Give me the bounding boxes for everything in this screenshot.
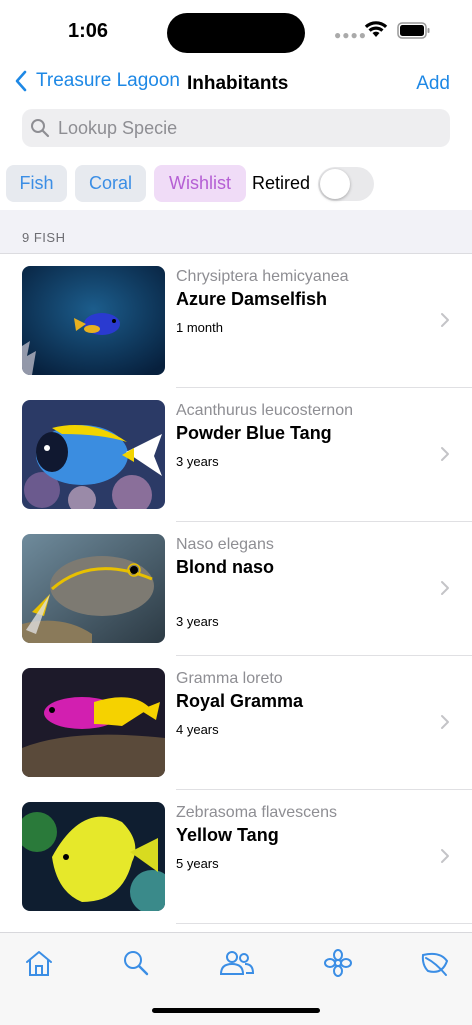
add-button[interactable]: Add <box>416 73 450 95</box>
coral-icon[interactable] <box>323 949 353 977</box>
search-icon <box>31 119 50 138</box>
search-bar[interactable] <box>22 109 450 147</box>
status-time: 1:06 <box>68 20 109 42</box>
common-name: Royal Gramma <box>176 691 304 711</box>
fish-photo <box>22 400 165 509</box>
list-item[interactable]: Gramma loreto Royal Gramma 4 years <box>0 656 472 790</box>
status-bar: 1:06 ●●●● <box>0 0 472 60</box>
back-label: Treasure Lagoon <box>36 70 181 91</box>
chevron-right-icon <box>441 849 449 863</box>
fish-photo <box>22 266 165 375</box>
back-button[interactable]: Treasure Lagoon <box>14 70 180 92</box>
chevron-right-icon <box>441 447 449 461</box>
chevron-right-icon <box>441 715 449 729</box>
scientific-name: Chrysiptera hemicyanea <box>176 268 349 285</box>
chevron-right-icon <box>441 313 449 327</box>
fish-photo <box>22 668 165 777</box>
fish-photo <box>22 802 165 911</box>
age-label: 1 month <box>176 320 223 335</box>
search-input[interactable] <box>56 116 420 140</box>
leaf-icon[interactable] <box>420 949 450 977</box>
chevron-left-icon <box>15 70 27 92</box>
age-label: 3 years <box>176 614 219 629</box>
common-name: Powder Blue Tang <box>176 423 332 443</box>
list-item[interactable]: Acanthurus leucosternon Powder Blue Tang… <box>0 388 472 522</box>
home-icon[interactable] <box>24 949 54 977</box>
row-divider <box>176 923 472 924</box>
retired-label: Retired <box>252 173 311 193</box>
age-label: 3 years <box>176 454 219 469</box>
page-title: Inhabitants <box>187 73 289 94</box>
filter-coral-chip[interactable]: Coral <box>75 165 146 202</box>
common-name: Azure Damselfish <box>176 289 328 309</box>
wifi-icon <box>364 21 388 37</box>
scientific-name: Naso elegans <box>176 536 274 553</box>
fish-photo <box>22 534 165 643</box>
scientific-name: Gramma loreto <box>176 670 283 687</box>
dynamic-island <box>167 13 305 53</box>
search-icon[interactable] <box>122 949 150 977</box>
list-item[interactable]: Naso elegans Blond naso 3 years <box>0 522 472 656</box>
home-indicator <box>152 1008 320 1013</box>
toggle-knob <box>320 168 351 199</box>
inhabitants-list: Chrysiptera hemicyanea Azure Damselfish … <box>0 254 472 932</box>
age-label: 5 years <box>176 856 219 871</box>
common-name: Blond naso <box>176 557 274 577</box>
scientific-name: Zebrasoma flavescens <box>176 804 337 821</box>
retired-toggle[interactable] <box>318 166 375 201</box>
filter-wishlist-chip[interactable]: Wishlist <box>154 165 246 202</box>
common-name: Yellow Tang <box>176 825 279 845</box>
filter-bar: Fish Coral Wishlist Retired <box>6 165 375 202</box>
signal-dots-icon: ●●●● <box>334 28 367 42</box>
list-item[interactable]: Chrysiptera hemicyanea Azure Damselfish … <box>0 254 472 388</box>
filter-fish-chip[interactable]: Fish <box>6 165 67 202</box>
people-icon[interactable] <box>219 949 255 977</box>
age-label: 4 years <box>176 722 219 737</box>
navigation-header: Treasure Lagoon Inhabitants Add Fish Cor… <box>0 60 472 210</box>
list-item[interactable]: Zebrasoma flavescens Yellow Tang 5 years <box>0 790 472 924</box>
section-header-label: 9 FISH <box>22 230 66 245</box>
chevron-right-icon <box>441 581 449 595</box>
scientific-name: Acanthurus leucosternon <box>176 402 353 419</box>
battery-icon <box>397 22 430 39</box>
section-header: 9 FISH <box>0 211 472 254</box>
